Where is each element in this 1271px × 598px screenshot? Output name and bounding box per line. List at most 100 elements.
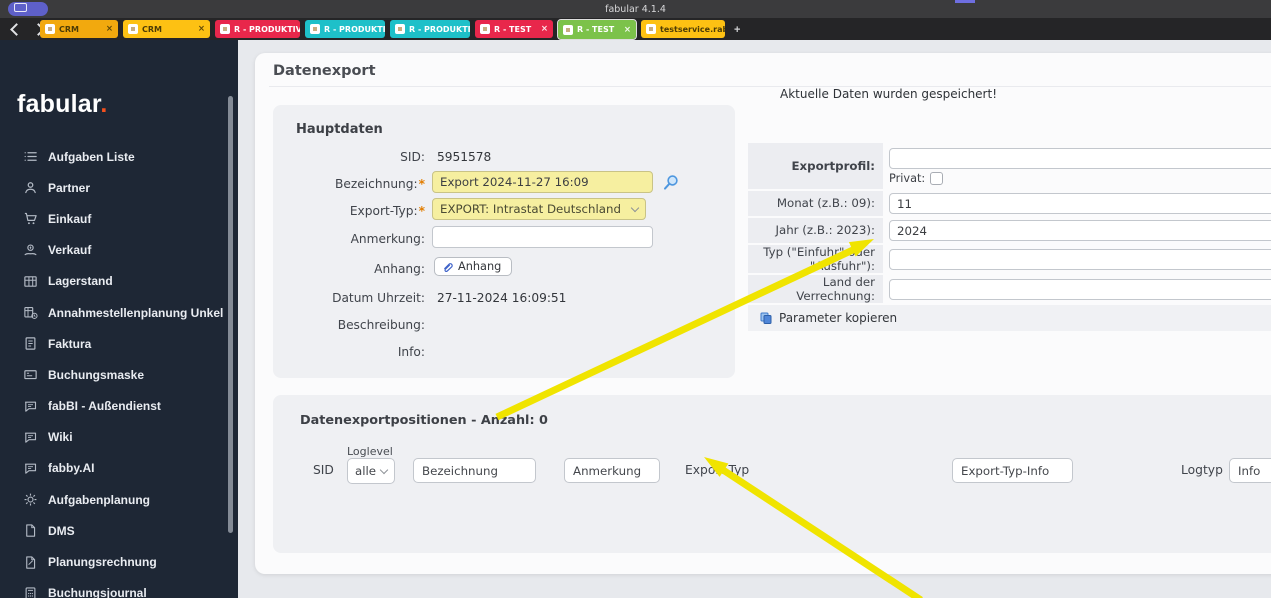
exportprofil-row: Exportprofil: Privat: xyxy=(748,143,1271,189)
sidebar-item-annahmestellenplanung-unkel[interactable]: Annahmestellenplanung Unkel xyxy=(0,297,238,328)
sidebar-item-buchungsjournal[interactable]: Buchungsjournal xyxy=(0,578,238,598)
typ-input[interactable] xyxy=(889,248,1271,270)
sidebar-item-fabbi-au-endienst[interactable]: fabBI - Außendienst xyxy=(0,391,238,422)
chat-icon xyxy=(23,461,38,476)
exportprofil-label: Exportprofil: xyxy=(748,143,883,189)
sid-label: SID: xyxy=(400,150,425,164)
browser-tab-7[interactable]: R - TEST × xyxy=(557,19,637,40)
filter-bezeichnung-input[interactable] xyxy=(413,458,536,483)
sid-value: 5951578 xyxy=(437,150,492,164)
filter-exporttyp-label: Export-Typ xyxy=(685,463,750,477)
sidebar-item-label: Faktura xyxy=(48,336,92,351)
browser-tab-4[interactable]: R - PRODUKTIV× xyxy=(305,20,385,38)
browser-tab-3[interactable]: R - PRODUKTIV× xyxy=(215,20,300,38)
close-icon[interactable]: × xyxy=(620,25,631,35)
privat-label: Privat: xyxy=(889,171,926,185)
anhang-label: Anhang: xyxy=(374,262,425,276)
loglevel-selected-value: alle xyxy=(355,464,377,478)
dms-icon xyxy=(23,523,38,538)
tab-favicon xyxy=(395,24,405,34)
gear-icon xyxy=(23,492,38,507)
sidebar-item-label: Planungsrechnung xyxy=(48,555,157,570)
new-tab-button[interactable]: + xyxy=(728,20,744,38)
tab-label: R - TEST xyxy=(577,25,615,34)
close-icon[interactable]: × xyxy=(194,24,205,34)
sidebar-item-einkauf[interactable]: Einkauf xyxy=(0,203,238,234)
chevron-down-icon xyxy=(379,465,389,474)
page-title: Datenexport xyxy=(273,63,376,79)
bezeichnung-input[interactable] xyxy=(432,171,653,193)
browser-tab-1[interactable]: CRM × xyxy=(40,20,118,38)
task-list-icon xyxy=(23,149,38,164)
land-label: Land der Verrechnung: xyxy=(748,275,883,303)
privat-checkbox[interactable] xyxy=(930,171,944,185)
anmerkung-input[interactable] xyxy=(432,226,653,248)
sale-icon xyxy=(23,243,38,258)
jahr-row: Jahr (z.B.: 2023): xyxy=(748,218,1271,243)
logo-dot: . xyxy=(100,90,108,118)
sidebar-item-aufgaben-liste[interactable]: Aufgaben Liste xyxy=(0,141,238,172)
loglevel-label: Loglevel xyxy=(347,445,393,458)
filter-logtyp-label: Logtyp xyxy=(1181,463,1223,477)
sidebar-item-fabby-ai[interactable]: fabby.AI xyxy=(0,453,238,484)
menu-bar: fabular 4.1.4 xyxy=(0,0,1271,18)
exporttyp-select[interactable]: EXPORT: Intrastat Deutschland xyxy=(432,198,646,220)
typ-row: Typ ("Einfuhr" oder "Ausfuhr"): xyxy=(748,245,1271,273)
parameter-kopieren-label: Parameter kopieren xyxy=(779,311,898,325)
filter-exporttyp-info-input[interactable] xyxy=(952,458,1073,483)
tab-favicon xyxy=(220,24,230,34)
main-area: Datenexport Aktuelle Daten wurden gespei… xyxy=(238,40,1271,598)
search-icon[interactable] xyxy=(663,174,680,191)
plan-icon xyxy=(23,305,38,320)
window-title: fabular 4.1.4 xyxy=(605,4,666,15)
browser-tab-8[interactable]: testservice.rab...× xyxy=(641,20,725,38)
back-icon[interactable] xyxy=(10,23,23,36)
sidebar-nav: Aufgaben Liste Partner Einkauf Verkauf Lager… xyxy=(0,141,238,598)
datum-label: Datum Uhrzeit: xyxy=(332,291,425,305)
sidebar-item-label: Aufgabenplanung xyxy=(48,492,150,507)
sidebar-item-label: Einkauf xyxy=(48,211,92,226)
sidebar-item-planungsrechnung[interactable]: Planungsrechnung xyxy=(0,546,238,577)
cart-icon xyxy=(23,211,38,226)
chevron-down-icon xyxy=(630,203,640,212)
required-marker: * xyxy=(418,177,425,191)
browser-tab-5[interactable]: R - PRODUKTIV× xyxy=(390,20,470,38)
sidebar-item-wiki[interactable]: Wiki xyxy=(0,422,238,453)
browser-tab-6[interactable]: R - TEST × xyxy=(475,20,553,38)
sidebar-scrollbar[interactable] xyxy=(228,96,233,533)
exportprofil-input[interactable] xyxy=(889,147,1271,169)
parameter-kopieren-button[interactable]: Parameter kopieren xyxy=(748,305,1271,331)
jahr-input[interactable] xyxy=(889,220,1271,241)
monat-input[interactable] xyxy=(889,193,1271,214)
sidebar-item-dms[interactable]: DMS xyxy=(0,515,238,546)
content-card: Datenexport Aktuelle Daten wurden gespei… xyxy=(255,53,1271,574)
close-icon[interactable]: × xyxy=(102,24,113,34)
chat-icon xyxy=(23,399,38,414)
beschreibung-label: Beschreibung: xyxy=(337,318,425,332)
exporttyp-label: Export-Typ:* xyxy=(349,204,425,218)
sidebar-item-lagerstand[interactable]: Lagerstand xyxy=(0,266,238,297)
filter-sid-label: SID xyxy=(313,463,334,477)
filter-anmerkung-input[interactable] xyxy=(564,458,660,483)
loglevel-select[interactable]: alle xyxy=(347,458,395,484)
sidebar-item-faktura[interactable]: Faktura xyxy=(0,328,238,359)
sidebar-item-label: Annahmestellenplanung Unkel xyxy=(48,305,224,320)
sidebar-item-partner[interactable]: Partner xyxy=(0,172,238,203)
land-input[interactable] xyxy=(889,278,1271,300)
sidebar-item-verkauf[interactable]: Verkauf xyxy=(0,235,238,266)
close-icon[interactable]: × xyxy=(537,24,548,34)
anhang-button-label: Anhang xyxy=(458,260,502,273)
typ-label: Typ ("Einfuhr" oder "Ausfuhr"): xyxy=(748,245,883,273)
tab-label: CRM xyxy=(142,24,162,34)
browser-tab-2[interactable]: CRM × xyxy=(123,20,210,38)
sidebar-item-buchungsmaske[interactable]: Buchungsmaske xyxy=(0,359,238,390)
hauptdaten-title: Hauptdaten xyxy=(296,122,383,137)
hauptdaten-panel: Hauptdaten SID: 5951578 Bezeichnung:* Ex… xyxy=(273,105,735,378)
sidebar: fabular. Aufgaben Liste Partner Einkauf Ver… xyxy=(0,40,238,598)
sidebar-item-label: fabby.AI xyxy=(48,461,95,476)
app-logo: fabular. xyxy=(17,90,108,118)
anhang-button[interactable]: Anhang xyxy=(434,257,513,276)
filter-info-input[interactable] xyxy=(1229,458,1271,483)
positionen-title: Datenexportpositionen - Anzahl: 0 xyxy=(300,413,548,428)
sidebar-item-aufgabenplanung[interactable]: Aufgabenplanung xyxy=(0,484,238,515)
